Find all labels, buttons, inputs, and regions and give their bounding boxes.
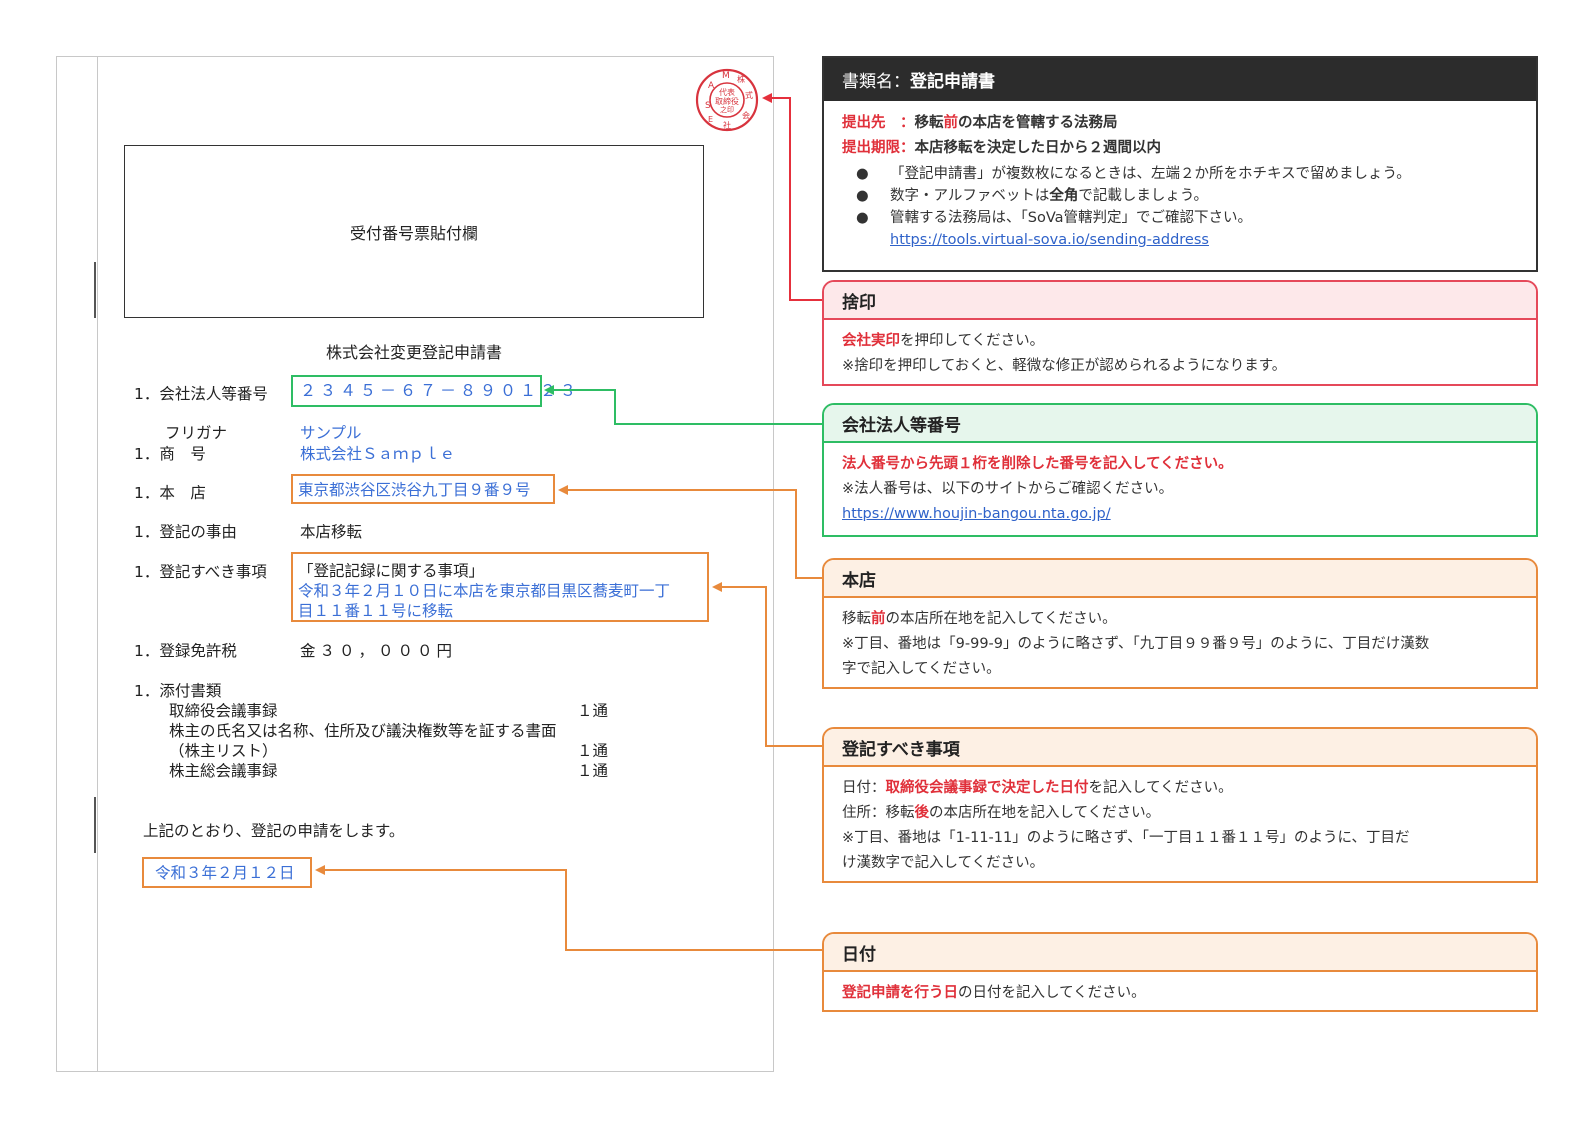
seal-note-panel: 捨印 会社実印を押印してください。 ※捨印を押印しておくと、軽微な修正が認められ…	[822, 280, 1538, 386]
svg-text:取締役: 取締役	[715, 96, 739, 106]
attachment-count: １通	[577, 702, 609, 720]
document-info-name: 登記申請書	[910, 72, 995, 92]
bullet-icon: ●	[856, 210, 869, 226]
date-note-panel: 日付 登記申請を行う日の日付を記入してください。	[822, 932, 1538, 1012]
head-office-note-line-2: ※丁目、番地は「9-99-9」のように略さず、「九丁目９９番９号」のように、丁目…	[842, 636, 1430, 652]
document-info-header: 書類名： 登記申請書	[824, 58, 1536, 101]
trade-name-label: 1．商 号	[134, 445, 206, 463]
head-office-note-title: 本店	[824, 560, 1536, 598]
matters-label: 1．登記すべき事項	[134, 563, 267, 581]
matters-heading: 「登記記録に関する事項」	[298, 562, 485, 580]
attachment-name: 取締役会議事録	[169, 702, 278, 720]
attachment-name: 株主総会議事録	[169, 762, 278, 780]
corp-number-value: ２３４５－６７－８９０１２３	[300, 381, 581, 400]
attachment-name: 株主の氏名又は名称、住所及び議決権数等を証する書面	[169, 722, 557, 740]
list-item: ● 数字・アルファベットは全角で記載しましょう。	[842, 185, 1518, 207]
furigana-label: フリガナ	[165, 424, 228, 442]
furigana-value: サンプル	[300, 424, 362, 442]
submission-destination: 提出先 ：移転前の本店を管轄する法務局	[842, 115, 1118, 131]
company-seal-stamp: 代表 取締役 之印 S A M 株 式 会 社 E	[695, 68, 759, 132]
date-note-line-1: 登記申請を行う日の日付を記入してください。	[842, 985, 1146, 1001]
list-item: ● 「登記申請書」が複数枚になるときは、左端２か所をホチキスで留めましょう。	[842, 163, 1518, 185]
closing-statement: 上記のとおり、登記の申請をします。	[143, 822, 405, 840]
matters-line-2: 目１１番１１号に移転	[298, 602, 454, 620]
application-date: 令和３年２月１２日	[155, 864, 295, 882]
svg-text:会: 会	[742, 110, 750, 120]
seal-note-line-2: ※捨印を押印しておくと、軽微な修正が認められるようになります。	[842, 358, 1287, 374]
corp-number-note-panel: 会社法人等番号 法人番号から先頭１桁を削除した番号を記入してください。 ※法人番…	[822, 403, 1538, 537]
registration-matters-note-panel: 登記すべき事項 日付：取締役会議事録で決定した日付を記入してください。 住所：移…	[822, 727, 1538, 883]
sova-jurisdiction-link[interactable]: https://tools.virtual-sova.io/sending-ad…	[890, 232, 1209, 248]
head-office-note-panel: 本店 移転前の本店所在地を記入してください。 ※丁目、番地は「9-99-9」のよ…	[822, 558, 1538, 689]
reason-value: 本店移転	[300, 523, 363, 541]
registration-note-line-3: ※丁目、番地は「1-11-11」のように略さず、「一丁目１１番１１号」のように、…	[842, 830, 1410, 846]
corp-number-note-line-2: ※法人番号は、以下のサイトからご確認ください。	[842, 481, 1174, 497]
head-office-note-line-3: 字で記入してください。	[842, 661, 1001, 677]
svg-text:株: 株	[737, 74, 745, 84]
registration-note-line-2: 住所：移転後の本店所在地を記入してください。	[842, 805, 1161, 821]
bullet-icon: ●	[856, 166, 869, 182]
registration-matters-note-title: 登記すべき事項	[824, 729, 1536, 767]
seal-note-line-1: 会社実印を押印してください。	[842, 333, 1045, 349]
svg-text:之印: 之印	[720, 105, 734, 114]
svg-text:A: A	[708, 81, 715, 91]
svg-text:E: E	[708, 115, 713, 124]
tax-value: 金３０，０００円	[300, 642, 457, 660]
corp-number-note-title: 会社法人等番号	[824, 405, 1536, 443]
svg-text:代表: 代表	[719, 87, 735, 97]
tax-label: 1．登録免許税	[134, 642, 237, 660]
edge-mark-bottom	[94, 797, 96, 853]
binding-margin-line	[97, 57, 98, 1071]
attachment-count: １通	[577, 762, 609, 780]
info-bullet-list: ● 「登記申請書」が複数枚になるときは、左端２か所をホチキスで留めましょう。 ● 数…	[842, 163, 1518, 251]
svg-text:式: 式	[745, 90, 753, 100]
svg-text:社: 社	[723, 120, 731, 130]
corp-number-note-line-1: 法人番号から先頭１桁を削除した番号を記入してください。	[842, 456, 1233, 472]
registration-note-line-4: け漢数字で記入してください。	[842, 855, 1045, 871]
document-info-panel: 書類名： 登記申請書 提出先 ：移転前の本店を管轄する法務局 提出期限：本店移転…	[822, 56, 1538, 272]
seal-note-title: 捨印	[824, 282, 1536, 320]
svg-text:M: M	[722, 71, 730, 81]
submission-deadline: 提出期限：本店移転を決定した日から２週間以内	[842, 140, 1161, 156]
attachment-count: １通	[577, 742, 609, 760]
registration-note-line-1: 日付：取締役会議事録で決定した日付を記入してください。	[842, 780, 1233, 796]
date-note-title: 日付	[824, 934, 1536, 972]
trade-name-value: 株式会社Ｓａｍｐｌｅ	[300, 445, 456, 463]
edge-mark-top	[94, 262, 96, 318]
document-title: 株式会社変更登記申請書	[325, 343, 502, 362]
document-info-prefix: 書類名：	[842, 72, 910, 92]
list-item: ● 管轄する法務局は、「SoVa管轄判定」でご確認下さい。	[842, 207, 1518, 229]
reason-label: 1．登記の事由	[134, 523, 237, 541]
attachments-label: 1．添付書類	[134, 682, 222, 700]
receipt-number-box: 受付番号票貼付欄	[124, 145, 704, 318]
receipt-label: 受付番号票貼付欄	[349, 223, 478, 243]
bullet-icon: ●	[856, 188, 869, 204]
list-item: https://tools.virtual-sova.io/sending-ad…	[842, 229, 1518, 251]
corp-number-label: 1．会社法人等番号	[134, 385, 268, 403]
svg-text:S: S	[705, 101, 711, 111]
attachment-name: （株主リスト）	[169, 742, 278, 760]
head-office-value: 東京都渋谷区渋谷九丁目９番９号	[298, 481, 531, 499]
head-office-note-line-1: 移転前の本店所在地を記入してください。	[842, 611, 1117, 627]
head-office-label: 1．本 店	[134, 484, 206, 502]
matters-line-1: 令和３年２月１０日に本店を東京都目黒区蕎麦町一丁	[298, 582, 671, 600]
houjin-bangou-link[interactable]: https://www.houjin-bangou.nta.go.jp/	[842, 506, 1111, 522]
